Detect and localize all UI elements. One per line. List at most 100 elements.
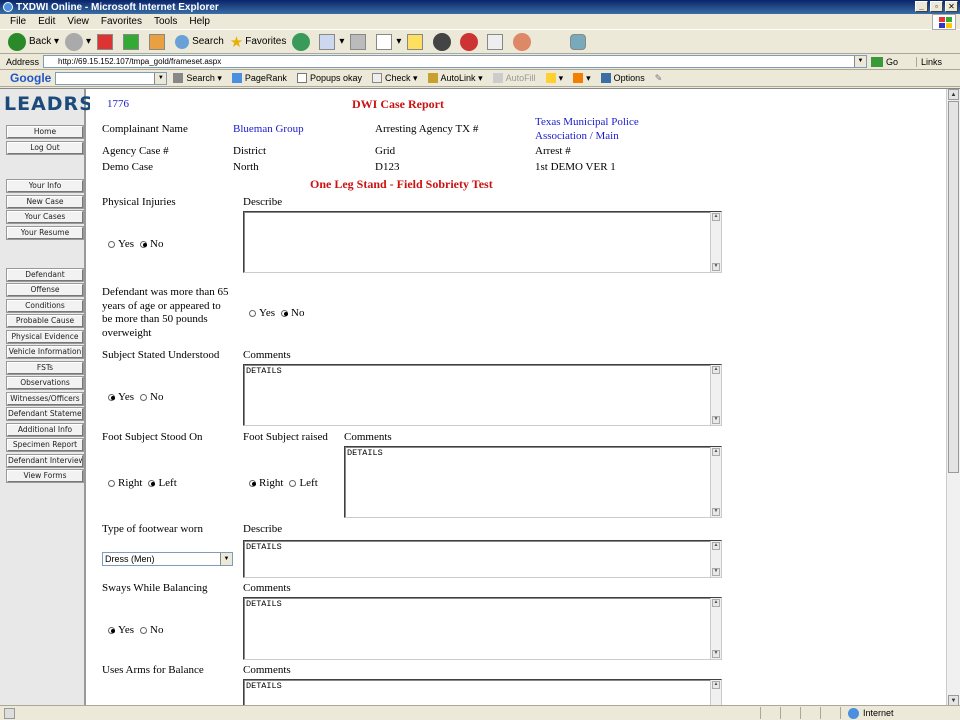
nav-home-button[interactable]: Home bbox=[6, 125, 84, 139]
understood-yes-option[interactable]: Yes bbox=[108, 391, 134, 403]
sways-no-radio[interactable] bbox=[140, 626, 148, 634]
scroll-down-icon[interactable]: ▼ bbox=[712, 508, 720, 516]
autolink-button[interactable]: AutoLink ▾ bbox=[427, 73, 483, 84]
injuries-yes-option[interactable]: Yes bbox=[108, 238, 134, 250]
scroll-up-icon[interactable]: ▲ bbox=[712, 681, 720, 689]
scroll-up-icon[interactable]: ▲ bbox=[948, 89, 959, 100]
autofill-button[interactable]: AutoFill bbox=[492, 73, 536, 83]
scroll-down-icon[interactable]: ▼ bbox=[712, 650, 720, 658]
address-dropdown-icon[interactable]: ▼ bbox=[854, 56, 867, 67]
users-button[interactable] bbox=[570, 33, 590, 50]
injuries-no-radio[interactable] bbox=[140, 240, 148, 248]
history-button[interactable] bbox=[292, 32, 313, 51]
scroll-up-icon[interactable]: ▲ bbox=[712, 599, 720, 607]
foot-raised-right-radio[interactable] bbox=[249, 479, 256, 487]
foot-stood-left-radio[interactable] bbox=[148, 479, 156, 487]
scrollbar-thumb[interactable] bbox=[948, 101, 959, 473]
foot-raised-left-radio[interactable] bbox=[289, 479, 297, 487]
age-weight-no-radio[interactable] bbox=[281, 309, 289, 317]
scroll-down-icon[interactable]: ▼ bbox=[712, 568, 720, 576]
sways-yes-radio[interactable] bbox=[108, 626, 115, 634]
nav-specimen-report-button[interactable]: Specimen Report bbox=[6, 438, 84, 452]
nav-additional-info-button[interactable]: Additional Info bbox=[6, 423, 84, 437]
check-button[interactable]: Check ▾ bbox=[371, 73, 418, 84]
footwear-describe-textarea[interactable]: DETAILS ▲ ▼ bbox=[243, 540, 722, 578]
popups-button[interactable]: Popups okay bbox=[296, 73, 362, 83]
favorites-button[interactable]: ★ Favorites bbox=[230, 33, 287, 51]
foot-stood-left-option[interactable]: Left bbox=[148, 477, 177, 489]
nav-observations-button[interactable]: Observations bbox=[6, 376, 84, 390]
pagerank-display[interactable]: PageRank bbox=[231, 73, 287, 83]
scroll-up-icon[interactable]: ▲ bbox=[712, 448, 720, 456]
understood-comments-textarea[interactable]: DETAILS ▲ ▼ bbox=[243, 364, 722, 426]
footwear-select[interactable]: Dress (Men) ▼ bbox=[102, 552, 233, 566]
nav-your-cases-button[interactable]: Your Cases bbox=[6, 210, 84, 224]
nav-defendant-interview-button[interactable]: Defendant Interview bbox=[6, 454, 84, 468]
scroll-up-icon[interactable]: ▲ bbox=[712, 366, 720, 374]
nav-offense-button[interactable]: Offense bbox=[6, 283, 84, 297]
foot-raised-left-option[interactable]: Left bbox=[289, 477, 318, 489]
scroll-down-icon[interactable]: ▼ bbox=[712, 416, 720, 424]
go-button[interactable]: Go bbox=[871, 56, 898, 67]
mail-button[interactable]: ▾ bbox=[319, 33, 344, 50]
nav-physical-evidence-button[interactable]: Physical Evidence bbox=[6, 330, 84, 344]
injuries-no-option[interactable]: No bbox=[140, 238, 163, 250]
edit-word-button[interactable]: ▾ bbox=[376, 33, 401, 50]
yahoo-button[interactable] bbox=[460, 32, 481, 51]
chevron-down-icon[interactable]: ▼ bbox=[220, 553, 232, 565]
scroll-up-icon[interactable]: ▲ bbox=[712, 213, 720, 221]
understood-yes-radio[interactable] bbox=[108, 393, 115, 401]
nav-logout-button[interactable]: Log Out bbox=[6, 141, 84, 155]
page-scrollbar[interactable]: ▲ ▼ bbox=[946, 89, 960, 706]
injuries-describe-textarea[interactable]: ▲ ▼ bbox=[243, 211, 722, 273]
nav-fsts-button[interactable]: FSTs bbox=[6, 361, 84, 375]
textarea-scrollbar[interactable]: ▲ ▼ bbox=[710, 598, 721, 659]
nav-new-case-button[interactable]: New Case bbox=[6, 195, 84, 209]
forward-button[interactable]: ▾ bbox=[65, 32, 91, 51]
home-button[interactable] bbox=[149, 33, 169, 50]
addon-button[interactable] bbox=[513, 32, 534, 51]
pencil-button[interactable]: ✎ bbox=[655, 73, 663, 84]
refresh-button[interactable] bbox=[123, 33, 143, 50]
nav-probable-cause-button[interactable]: Probable Cause bbox=[6, 314, 84, 328]
links-button[interactable]: Links bbox=[916, 56, 942, 67]
nav-vehicle-information-button[interactable]: Vehicle Information bbox=[6, 345, 84, 359]
menu-file[interactable]: File bbox=[10, 16, 26, 27]
note-button[interactable] bbox=[407, 33, 427, 50]
messenger-button[interactable] bbox=[433, 32, 454, 51]
textarea-scrollbar[interactable]: ▲ ▼ bbox=[710, 365, 721, 425]
print-button[interactable] bbox=[350, 33, 370, 50]
nav-your-resume-button[interactable]: Your Resume bbox=[6, 226, 84, 240]
arms-comments-textarea[interactable]: DETAILS ▲ bbox=[243, 679, 722, 706]
google-logo[interactable]: Google bbox=[10, 71, 51, 85]
textarea-scrollbar[interactable]: ▲ ▼ bbox=[710, 447, 721, 517]
address-input[interactable]: http://69.15.152.107/tmpa_gold/frameset.… bbox=[43, 55, 868, 68]
nav-your-info-button[interactable]: Your Info bbox=[6, 179, 84, 193]
foot-stood-right-radio[interactable] bbox=[108, 479, 115, 487]
sways-comments-textarea[interactable]: DETAILS ▲ ▼ bbox=[243, 597, 722, 660]
sways-yes-option[interactable]: Yes bbox=[108, 624, 134, 636]
nav-defendant-statement-button[interactable]: Defendant Statemer bbox=[6, 407, 84, 421]
nav-witnesses-officers-button[interactable]: Witnesses/Officers bbox=[6, 392, 84, 406]
research-button[interactable] bbox=[487, 33, 507, 50]
google-dropdown-icon[interactable]: ▼ bbox=[154, 72, 167, 84]
menu-tools[interactable]: Tools bbox=[154, 16, 177, 27]
google-search-button[interactable]: Search ▾ bbox=[173, 73, 222, 84]
nav-defendant-button[interactable]: Defendant bbox=[6, 268, 84, 282]
textarea-scrollbar[interactable]: ▲ ▼ bbox=[710, 541, 721, 577]
minimize-button[interactable]: _ bbox=[915, 1, 928, 12]
foot-stood-right-option[interactable]: Right bbox=[108, 477, 142, 489]
menu-help[interactable]: Help bbox=[189, 16, 210, 27]
understood-no-radio[interactable] bbox=[140, 393, 148, 401]
textarea-scrollbar[interactable]: ▲ bbox=[710, 680, 721, 706]
options-button[interactable]: Options bbox=[600, 73, 645, 83]
nav-conditions-button[interactable]: Conditions bbox=[6, 299, 84, 313]
back-button[interactable]: Back ▾ bbox=[8, 32, 59, 51]
menu-edit[interactable]: Edit bbox=[38, 16, 55, 27]
blogger-button[interactable]: ▾ bbox=[573, 73, 591, 84]
scroll-up-icon[interactable]: ▲ bbox=[712, 542, 720, 550]
menu-favorites[interactable]: Favorites bbox=[101, 16, 142, 27]
scroll-down-icon[interactable]: ▼ bbox=[712, 263, 720, 271]
foot-raised-right-option[interactable]: Right bbox=[249, 477, 283, 489]
stop-button[interactable] bbox=[97, 33, 117, 50]
